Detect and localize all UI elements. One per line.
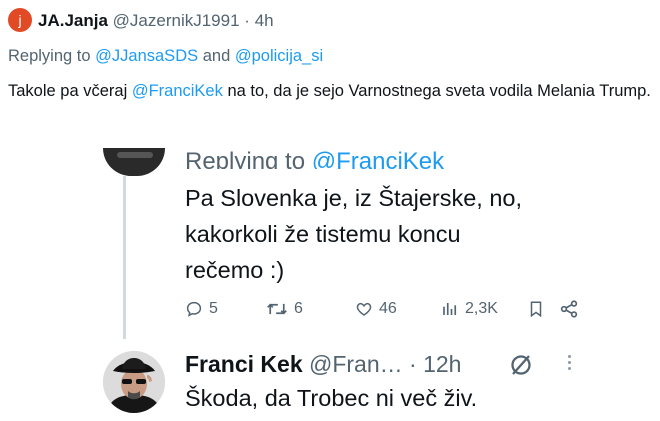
thread-line [123,176,126,339]
replying-to: Replying to @JJansaSDS and @policija_si [8,47,323,66]
separator: · [244,11,250,30]
reply-count: 5 [209,300,218,317]
avatar-letter: j [18,12,22,28]
replying-user-link-2[interactable]: @policija_si [235,47,323,65]
repost-action: 6 [266,297,303,321]
like-count: 46 [379,300,397,317]
more-options-icon [566,352,572,373]
replying-prefix: Replying to [8,47,91,65]
embedded-text-line: rečemo :) [185,257,285,283]
embedded-avatar [103,148,165,176]
reply-avatar [103,351,165,413]
user-handle[interactable]: @JazernikJ1991 [113,11,240,30]
tweet-text-part: Takole pa včeraj [8,82,132,100]
mute-circle-icon [508,352,534,383]
reply-separator: · [409,351,417,377]
analytics-icon [441,300,459,318]
embedded-text-line: kakorkoli že tistemu koncu [185,221,461,247]
tweet-text: Takole pa včeraj @FranciKek na to, da je… [8,80,653,103]
mention-link[interactable]: @FranciKek [132,82,223,100]
display-name[interactable]: JA.Janja [38,11,108,30]
embedded-text-line: Pa Slovenka je, iz Štajerske, no, [185,185,523,211]
share-icon [559,297,579,321]
embedded-replying-user: @FranciKek [311,148,445,169]
repost-count: 6 [294,300,303,317]
heart-icon [355,300,373,318]
embedded-replying-prefix: Replying to [185,148,306,169]
like-action: 46 [355,297,397,321]
bookmark-icon [528,297,544,321]
replying-user-link-1[interactable]: @JJansaSDS [95,47,198,65]
reply-handle: @Fran… [309,351,403,377]
reply-action: 5 [185,297,218,321]
tweet-text-part: na to, da je sejo Varnostnega sveta vodi… [222,82,651,100]
reply-time: 12h [423,351,462,377]
reply-icon [185,300,203,318]
avatar[interactable]: j [8,8,32,32]
views-action: 2,3K [441,297,498,321]
replying-conj: and [202,47,231,65]
reply-header: Franci Kek @Fran… · 12h [185,349,461,379]
tweet-author[interactable]: JA.Janja @JazernikJ1991 · 4h [38,11,274,31]
reply-display-name: Franci Kek [185,351,303,377]
views-count: 2,3K [465,300,498,317]
repost-icon [266,300,288,318]
tweet-time[interactable]: 4h [255,11,274,30]
reply-text: Škoda, da Trobec ni več živ. [185,385,478,411]
embedded-replying-to: Replying to @FranciKek [185,143,444,169]
